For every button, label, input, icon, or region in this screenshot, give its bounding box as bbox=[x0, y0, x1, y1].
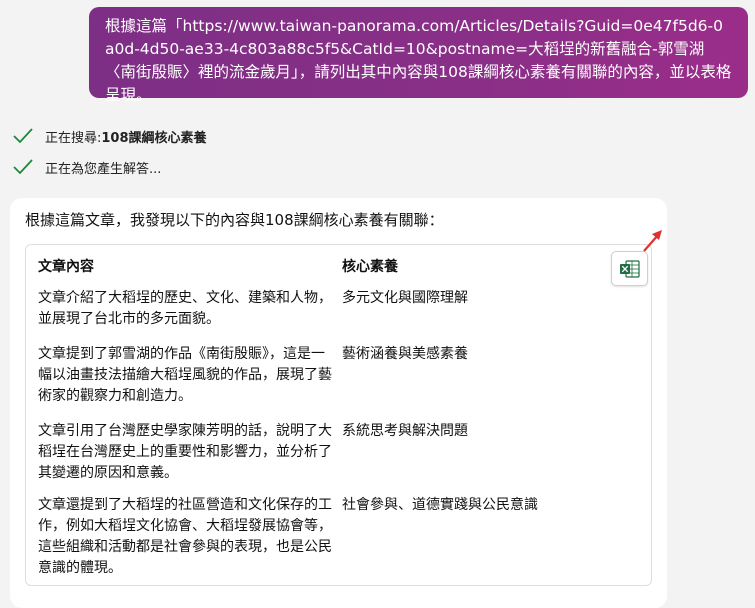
user-message-bubble: 根據這篇「https://www.taiwan-panorama.com/Art… bbox=[89, 7, 748, 104]
user-message-text: 根據這篇「https://www.taiwan-panorama.com/Art… bbox=[105, 17, 732, 104]
table-row-3-content: 文章引用了台灣歷史學家陳芳明的話，說明了大稻埕在台灣歷史上的重要性和影響力，並分… bbox=[38, 423, 332, 481]
table-header-literacy: 核心素養 bbox=[342, 259, 398, 275]
checkmark-icon bbox=[13, 128, 33, 144]
excel-icon bbox=[619, 259, 640, 278]
table-row-4-content: 文章還提到了大稻埕的社區營造和文化保存的工作，例如大稻埕文化協會、大稻埕發展協會… bbox=[38, 497, 332, 576]
table-row-3-literacy: 系統思考與解決問題 bbox=[342, 423, 468, 439]
status-generating: 正在為您產生解答... bbox=[12, 155, 161, 179]
table-row-2-literacy: 藝術涵養與美感素養 bbox=[342, 346, 468, 362]
status-searching: 正在搜尋: 108課綱核心素養 bbox=[12, 124, 207, 148]
response-card: 根據這篇文章，我發現以下的內容與108課綱核心素養有關聯： 文章內容 核心素養 … bbox=[10, 198, 667, 608]
export-excel-button[interactable] bbox=[611, 251, 648, 286]
table-header-content: 文章內容 bbox=[38, 259, 94, 275]
response-table: 文章內容 核心素養 文章介紹了大稻埕的歷史、文化、建築和人物，並展現了台北市的多… bbox=[25, 244, 652, 586]
table-row-1-literacy: 多元文化與國際理解 bbox=[342, 290, 468, 306]
status-generating-label: 正在為您產生解答... bbox=[45, 161, 162, 177]
table-row-2-content: 文章提到了郭雪湖的作品《南街殷賑》，這是一幅以油畫技法描繪大稻埕風貌的作品，展現… bbox=[38, 346, 332, 404]
status-searching-label: 正在搜尋: bbox=[45, 130, 102, 146]
response-intro: 根據這篇文章，我發現以下的內容與108課綱核心素養有關聯： bbox=[25, 211, 444, 229]
table-row-1-content: 文章介紹了大稻埕的歷史、文化、建築和人物，並展現了台北市的多元面貌。 bbox=[38, 290, 332, 327]
status-search-query: 108課綱核心素養 bbox=[101, 130, 207, 146]
checkmark-icon bbox=[13, 159, 33, 175]
red-arrow-annotation bbox=[643, 230, 662, 252]
table-row-4-literacy: 社會參與、道德實踐與公民意識 bbox=[342, 497, 538, 513]
